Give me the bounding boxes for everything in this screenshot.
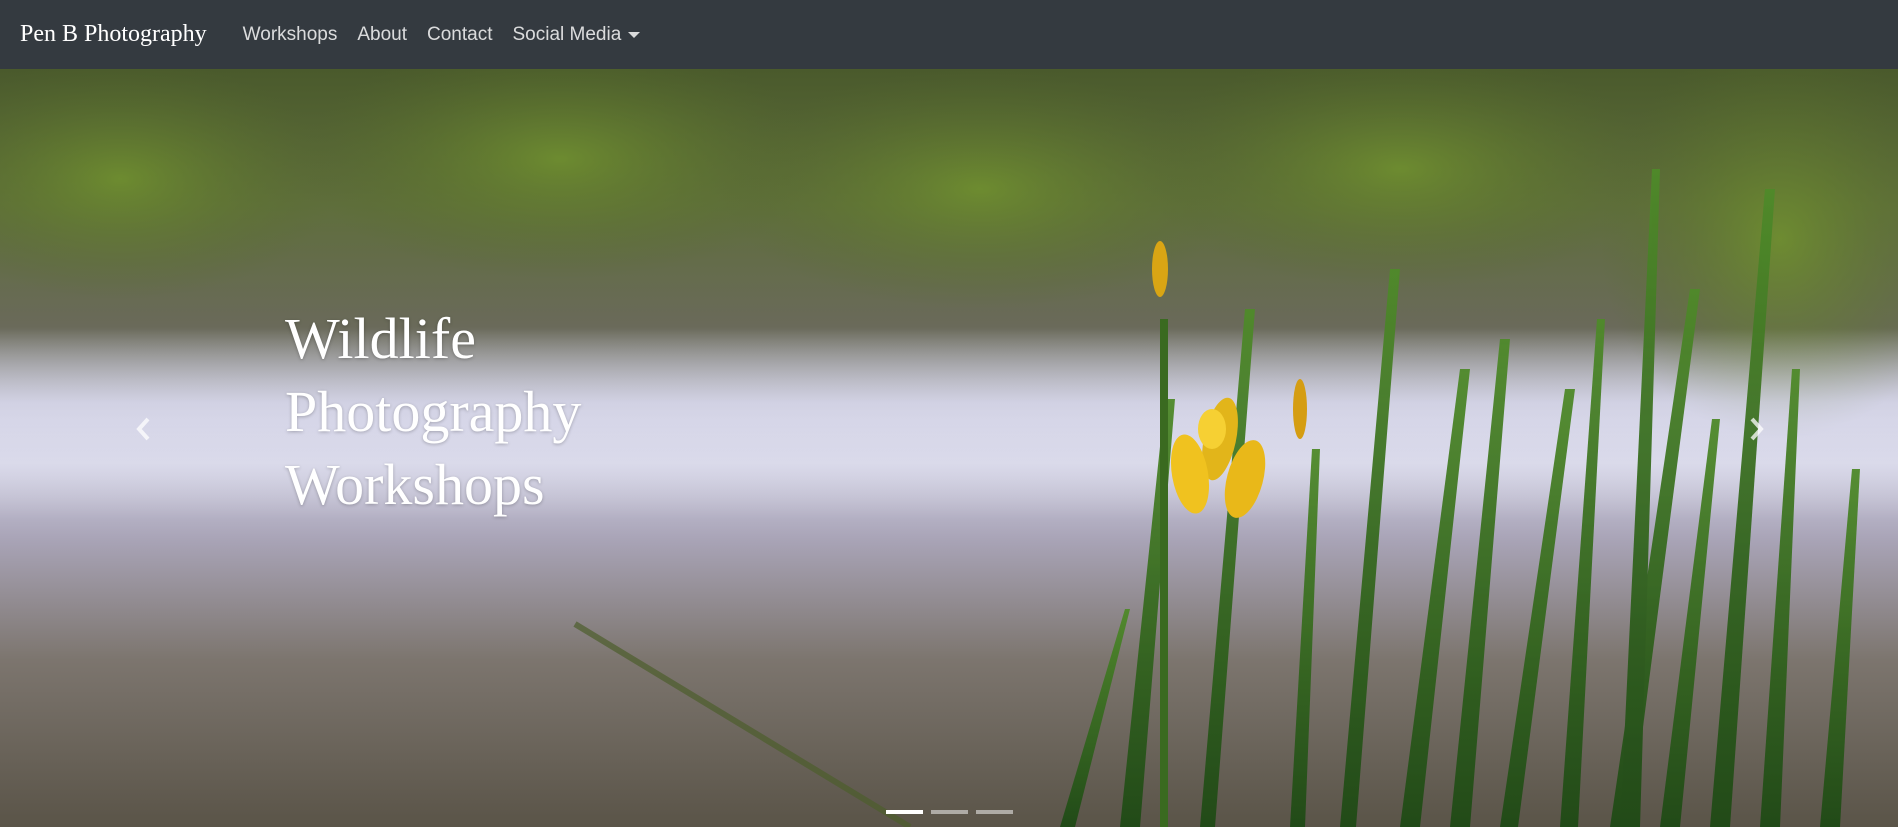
carousel-indicator-2[interactable] [931, 810, 968, 814]
caret-down-icon [628, 31, 641, 38]
hero-caption: Wildlife Photography Workshops [285, 302, 645, 521]
carousel-indicators [886, 810, 1013, 814]
top-navbar: Pen B Photography Workshops About Contac… [0, 0, 1901, 69]
nav-link-about[interactable]: About [347, 24, 417, 46]
carousel-prev-button[interactable] [124, 399, 164, 459]
nav-dropdown-social-media[interactable]: Social Media [503, 24, 651, 46]
carousel-indicator-3[interactable] [976, 810, 1013, 814]
caption-line: Wildlife [285, 306, 476, 371]
brand-link[interactable]: Pen B Photography [20, 21, 207, 48]
nav-link-workshops[interactable]: Workshops [233, 24, 348, 46]
carousel-next-button[interactable] [1736, 399, 1776, 459]
chevron-right-icon [1750, 417, 1764, 441]
caption-line: Photography [285, 379, 582, 444]
chevron-left-icon [136, 417, 150, 441]
carousel-indicator-1[interactable] [886, 810, 923, 814]
page: Pen B Photography Workshops About Contac… [0, 0, 1901, 827]
caption-line: Workshops [285, 452, 545, 517]
hero-carousel: Wildlife Photography Workshops [0, 69, 1901, 827]
nav-link-contact[interactable]: Contact [417, 24, 502, 46]
nav-dropdown-label: Social Media [512, 23, 622, 45]
